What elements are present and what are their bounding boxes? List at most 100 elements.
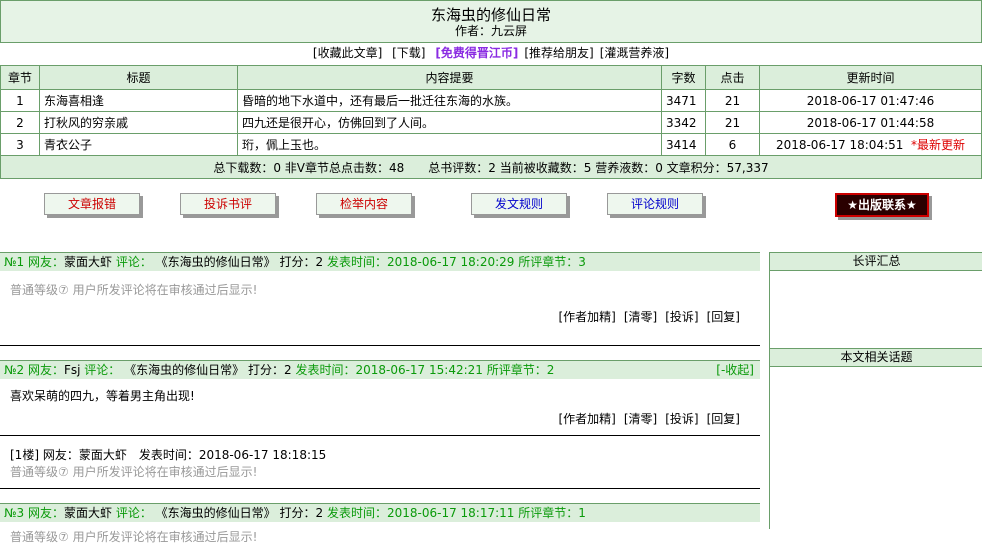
comment-number: №3	[4, 506, 25, 520]
comment-time: 发表时间：2018-06-17 18:20:29	[326, 255, 515, 269]
comment-time: 发表时间：2018-06-17 18:17:11	[326, 506, 515, 520]
chapter-summary: 珩，佩上玉也。	[237, 133, 662, 156]
comment-chapter: 所评章节：3	[518, 255, 586, 269]
col-summary: 内容提要	[237, 65, 662, 90]
comment-header: №3 网友：蒙面大虾 评论： 《东海虫的修仙日常》 打分：2 发表时间：2018…	[0, 503, 760, 522]
reply-block: [1楼] 网友：蒙面大虾 发表时间：2018-06-17 18:18:15 普通…	[0, 436, 760, 488]
reply-link[interactable]: [回复]	[707, 310, 740, 324]
review-label: 评论：	[84, 363, 121, 377]
book-link[interactable]: 《东海虫的修仙日常》	[124, 363, 244, 377]
comment-user-link[interactable]: Fsj	[64, 363, 81, 377]
collapse-link[interactable]: [-收起]	[716, 361, 754, 379]
clear-link[interactable]: [清零]	[624, 310, 657, 324]
chapter-title-link[interactable]: 东海喜相逢	[39, 89, 238, 112]
table-row: 3 青衣公子 珩，佩上玉也。 3414 6 2018-06-17 18:04:5…	[0, 133, 982, 156]
chapter-title-link[interactable]: 打秋风的穷亲戚	[39, 111, 238, 134]
comment-list: №1 网友：蒙面大虾 评论： 《东海虫的修仙日常》 打分：2 发表时间：2018…	[0, 252, 760, 545]
user-label: 网友：	[27, 506, 64, 520]
report-button-row: 文章报错 投诉书评 检举内容 发文规则 评论规则 ★出版联系★	[0, 193, 982, 223]
chapter-time: 2018-06-17 01:44:58	[759, 111, 982, 134]
comment-time: 发表时间：2018-06-17 15:42:21	[295, 363, 483, 377]
page-header: 东海虫的修仙日常 作者：九云屏	[0, 0, 982, 43]
stats-summary: 总下载数：0 非V章节总点击数：48 总书评数：2 当前被收藏数：5 营养液数：…	[0, 155, 982, 179]
report-chapter-button[interactable]: 文章报错	[44, 193, 140, 215]
pending-notice: 普通等级⑦ 用户所发评论将在审核通过后显示!	[10, 530, 258, 544]
comment-body: 普通等级⑦ 用户所发评论将在审核通过后显示! [作者加精] [清零] [投诉] [回复…	[0, 271, 760, 341]
topics-header: 本文相关话题	[770, 348, 982, 367]
chapter-no: 1	[0, 89, 40, 112]
table-row: 1 东海喜相逢 昏暗的地下水道中，还有最后一批迁往东海的水族。 3471 21 …	[0, 89, 982, 112]
comment-number: №2	[4, 363, 25, 377]
author-mark-link[interactable]: [作者加精]	[559, 412, 616, 426]
chapter-summary: 昏暗的地下水道中，还有最后一批迁往东海的水族。	[237, 89, 662, 112]
book-link[interactable]: 《东海虫的修仙日常》	[156, 255, 276, 269]
chapter-table: 章节 标题 内容提要 字数 点击 更新时间 1 东海喜相逢 昏暗的地下水道中，还…	[0, 65, 982, 179]
chapter-time: 2018-06-17 18:04:51 *最新更新	[759, 133, 982, 156]
publish-contact-button[interactable]: ★出版联系★	[835, 193, 929, 217]
table-row: 2 打秋风的穷亲戚 四九还是很开心，仿佛回到了人间。 3342 21 2018-…	[0, 111, 982, 134]
comment-actions: [作者加精] [清零] [投诉] [回复]	[0, 410, 760, 427]
nutrient-link[interactable]: [灌溉营养液]	[600, 46, 669, 60]
chapter-words: 3471	[661, 89, 706, 112]
long-reviews-header: 长评汇总	[770, 252, 982, 271]
comment-body: 喜欢呆萌的四九，等着男主角出现! [作者加精] [清零] [投诉] [回复]	[0, 379, 760, 431]
col-words: 字数	[661, 65, 706, 90]
col-chapter: 章节	[0, 65, 40, 90]
comment-number: №1	[4, 255, 25, 269]
chapter-title-link[interactable]: 青衣公子	[39, 133, 238, 156]
latest-update-badge: *最新更新	[911, 138, 966, 152]
review-label: 评论：	[115, 506, 152, 520]
download-link[interactable]: [下载]	[392, 46, 425, 60]
divider	[0, 488, 760, 503]
long-reviews-panel	[770, 271, 982, 348]
chapter-no: 3	[0, 133, 40, 156]
sidebar: 长评汇总 本文相关话题	[769, 252, 982, 529]
chapter-summary: 四九还是很开心，仿佛回到了人间。	[237, 111, 662, 134]
chapter-time: 2018-06-17 01:47:46	[759, 89, 982, 112]
pending-notice: 普通等级⑦ 用户所发评论将在审核通过后显示!	[10, 283, 258, 297]
reply-link[interactable]: [回复]	[707, 412, 740, 426]
complain-link[interactable]: [投诉]	[665, 310, 698, 324]
author-mark-link[interactable]: [作者加精]	[559, 310, 616, 324]
chapter-clicks: 6	[705, 133, 760, 156]
chapter-table-header: 章节 标题 内容提要 字数 点击 更新时间	[0, 65, 982, 90]
comment-user-link[interactable]: 蒙面大虾	[64, 255, 112, 269]
comment-actions: [作者加精] [清零] [投诉] [回复]	[0, 308, 760, 325]
pending-notice: 普通等级⑦ 用户所发评论将在审核通过后显示!	[10, 465, 258, 479]
chapter-no: 2	[0, 111, 40, 134]
free-coin-link[interactable]: [免费得晋江币]	[435, 46, 518, 60]
chapter-words: 3342	[661, 111, 706, 134]
complain-link[interactable]: [投诉]	[665, 412, 698, 426]
chapter-words: 3414	[661, 133, 706, 156]
review-rules-button[interactable]: 评论规则	[607, 193, 703, 215]
book-link[interactable]: 《东海虫的修仙日常》	[156, 506, 276, 520]
report-content-button[interactable]: 检举内容	[316, 193, 412, 215]
user-label: 网友：	[27, 255, 64, 269]
comment-score: 打分：2	[247, 363, 292, 377]
comment-score: 打分：2	[279, 255, 324, 269]
chapter-clicks: 21	[705, 111, 760, 134]
stats-row: 总下载数：0 非V章节总点击数：48 总书评数：2 当前被收藏数：5 营养液数：…	[0, 155, 982, 179]
post-rules-button[interactable]: 发文规则	[471, 193, 567, 215]
clear-link[interactable]: [清零]	[624, 412, 657, 426]
comment-user-link[interactable]: 蒙面大虾	[64, 506, 112, 520]
comment-score: 打分：2	[279, 506, 324, 520]
reply-header: [1楼] 网友：蒙面大虾 发表时间：2018-06-17 18:18:15	[10, 448, 327, 462]
col-updated: 更新时间	[759, 65, 982, 90]
action-menu: [收藏此文章] [下载] [免费得晋江币] [推荐给朋友] [灌溉营养液]	[0, 42, 982, 64]
comment-chapter: 所评章节：2	[486, 363, 555, 377]
novel-title: 东海虫的修仙日常	[430, 6, 551, 24]
recommend-link[interactable]: [推荐给朋友]	[524, 46, 593, 60]
novel-author: 作者：九云屏	[454, 24, 527, 38]
review-label: 评论：	[115, 255, 152, 269]
comment-header: №1 网友：蒙面大虾 评论： 《东海虫的修仙日常》 打分：2 发表时间：2018…	[0, 252, 760, 271]
comment-header: №2 网友：Fsj 评论： 《东海虫的修仙日常》 打分：2 发表时间：2018-…	[0, 360, 760, 379]
user-label: 网友：	[27, 363, 64, 377]
favorite-link[interactable]: [收藏此文章]	[313, 46, 382, 60]
col-title: 标题	[39, 65, 238, 90]
comment-text: 喜欢呆萌的四九，等着男主角出现!	[10, 389, 195, 403]
comment-chapter: 所评章节：1	[518, 506, 586, 520]
divider	[0, 345, 760, 360]
col-clicks: 点击	[705, 65, 760, 90]
report-review-button[interactable]: 投诉书评	[180, 193, 276, 215]
